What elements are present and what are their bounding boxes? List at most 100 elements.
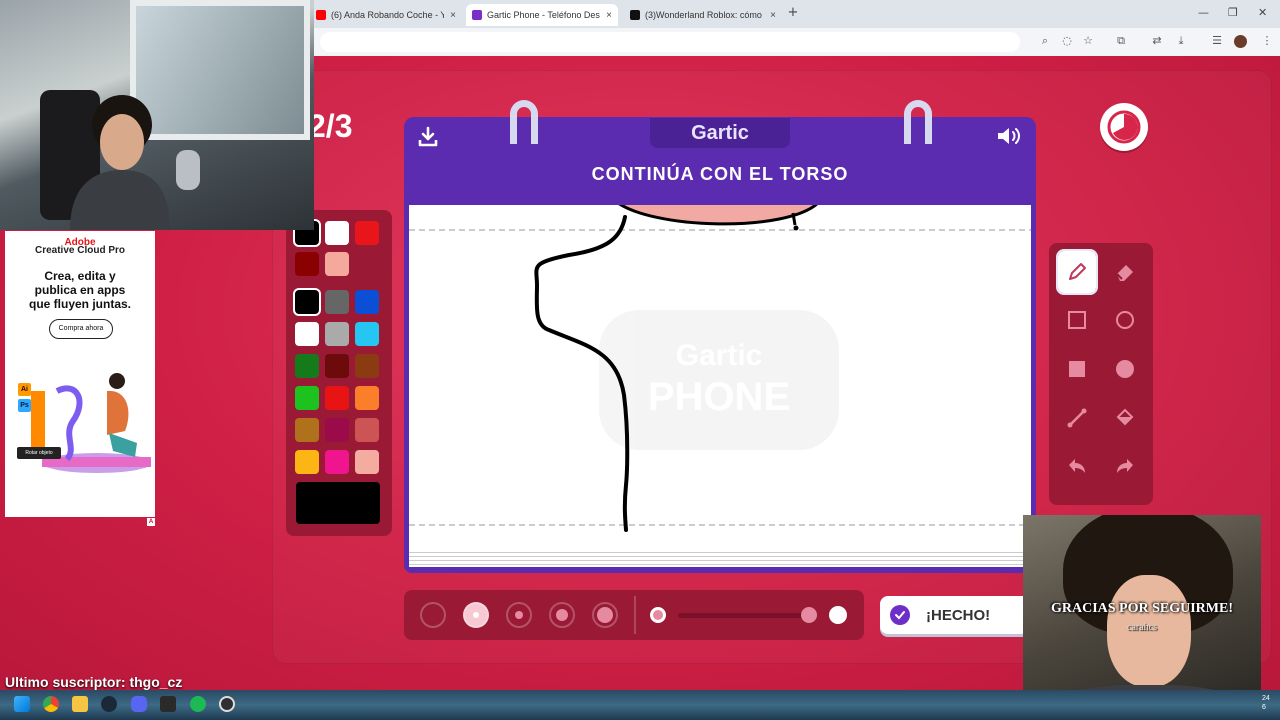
ad-cta-button[interactable]: Compra ahora [49,319,113,339]
tab-close-icon[interactable]: × [770,10,776,21]
new-tab-button[interactable]: + [786,6,800,20]
fill-tool[interactable] [1106,397,1144,439]
download-icon[interactable] [417,126,439,152]
opacity-low-icon [650,607,666,623]
color-swatch[interactable] [295,252,319,276]
extensions-icon[interactable]: ⧉ [1114,34,1128,48]
zoom-icon[interactable]: ⌕ [1038,34,1052,48]
ellipse-filled-tool[interactable] [1106,348,1144,390]
eraser-tool[interactable] [1106,251,1144,293]
opacity-slider-handle[interactable] [801,607,817,623]
minimize-button[interactable]: — [1198,6,1209,19]
color-swatch[interactable] [293,288,321,316]
epic-games-icon[interactable] [160,696,176,712]
tab-close-icon[interactable]: × [606,10,612,21]
last-subscriber-label: Ultimo suscriptor: thgo_cz [5,674,183,690]
drawing-canvas[interactable]: Gartic PHONE [409,205,1031,549]
round-counter: 2/3 [308,108,353,144]
ad-illustration [31,373,151,473]
tab-youtube[interactable]: (6) Anda Robando Coche - YouTube × [310,4,462,26]
ad-headline-line: publica en apps [34,283,126,297]
ad-chip: Rotar objeto [17,447,61,459]
maximize-button[interactable]: ❐ [1228,6,1238,19]
close-window-button[interactable]: ✕ [1258,6,1267,19]
menu-icon[interactable]: ⋮ [1260,34,1274,48]
color-swatch[interactable] [295,450,319,474]
ad-headline-line: Crea, edita y [44,269,116,283]
translate-icon[interactable]: ⇄ [1150,34,1164,48]
opacity-high-icon [829,606,847,624]
redo-tool[interactable] [1106,446,1144,488]
brush-size-5[interactable] [592,602,618,628]
color-swatch[interactable] [355,450,379,474]
tab-search-icon[interactable]: ☰ [1210,34,1224,48]
color-swatch[interactable] [295,322,319,346]
tab-gartic[interactable]: Gartic Phone - Teléfono Descompuesto × [466,4,618,26]
color-swatch[interactable] [325,418,349,442]
gartic-favicon-icon [472,10,482,20]
ad-headline: Crea, edita y publica en apps que fluyen… [5,269,155,311]
ad-choices-icon[interactable]: A [147,518,155,526]
hide-icon[interactable]: ◌ [1060,34,1074,48]
square-outline-icon [1068,311,1086,329]
color-swatch[interactable] [295,354,319,378]
undo-tool[interactable] [1058,446,1096,488]
color-swatch[interactable] [325,221,349,245]
color-swatch[interactable] [325,450,349,474]
color-swatch[interactable] [355,290,379,314]
brush-size-2[interactable] [463,602,489,628]
system-tray-clock[interactable]: 24 6 [1262,694,1270,712]
color-swatch[interactable] [355,221,379,245]
current-color-preview [296,482,380,524]
obs-icon[interactable] [219,696,235,712]
downloads-icon[interactable]: ⤓ [1174,34,1188,48]
color-swatch[interactable] [355,322,379,346]
tab-roblox[interactable]: (3)Wonderland Roblox: cómo jugar × [624,4,782,26]
circle-filled-icon [1116,360,1134,378]
spotify-icon[interactable] [190,696,206,712]
color-swatch[interactable] [295,386,319,410]
color-swatch[interactable] [295,418,319,442]
color-swatch[interactable] [325,322,349,346]
color-swatch[interactable] [325,252,349,276]
eraser-icon [1116,265,1133,281]
panel-divider [634,596,636,634]
ellipse-outline-tool[interactable] [1106,299,1144,341]
color-swatch[interactable] [325,290,349,314]
tab-close-icon[interactable]: × [450,10,456,21]
adobe-ad-banner[interactable]: Adobe Creative Cloud Pro Crea, edita y p… [5,231,155,517]
rectangle-filled-tool[interactable] [1058,348,1096,390]
opacity-slider[interactable] [678,613,808,618]
file-explorer-icon[interactable] [72,696,88,712]
drawing-prompt: CONTINÚA CON EL TORSO [591,164,849,184]
color-swatch[interactable] [325,354,349,378]
discord-icon[interactable] [131,696,147,712]
brush-size-4[interactable] [549,602,575,628]
start-icon[interactable] [14,696,30,712]
gartic-logo: Gartic [650,118,790,148]
follow-thanks-caption: GRACIAS POR SEGUIRME! [1050,601,1233,616]
color-swatch[interactable] [325,386,349,410]
pencil-icon [1069,263,1086,280]
bookmark-star-icon[interactable]: ☆ [1081,34,1095,48]
color-swatch[interactable] [355,386,379,410]
brush-size-3[interactable] [506,602,532,628]
color-swatch[interactable] [355,354,379,378]
watermark-subtitle: PHONE [648,375,790,419]
brush-size-1[interactable] [420,602,446,628]
chrome-icon[interactable] [43,696,59,712]
profile-avatar[interactable] [1234,35,1247,48]
address-bar[interactable] [320,32,1020,52]
check-icon [890,605,910,625]
pen-tool[interactable] [1056,249,1098,295]
speaker-icon[interactable] [996,125,1022,151]
line-tool[interactable] [1058,397,1096,439]
done-button[interactable]: ¡HECHO! [880,596,1030,634]
bucket-icon [1116,408,1134,426]
steam-icon[interactable] [101,696,117,712]
youtube-favicon-icon [316,10,326,20]
streamer-webcam [0,0,314,230]
rectangle-outline-tool[interactable] [1058,299,1096,341]
streamer-figure [40,90,170,230]
color-swatch[interactable] [355,418,379,442]
